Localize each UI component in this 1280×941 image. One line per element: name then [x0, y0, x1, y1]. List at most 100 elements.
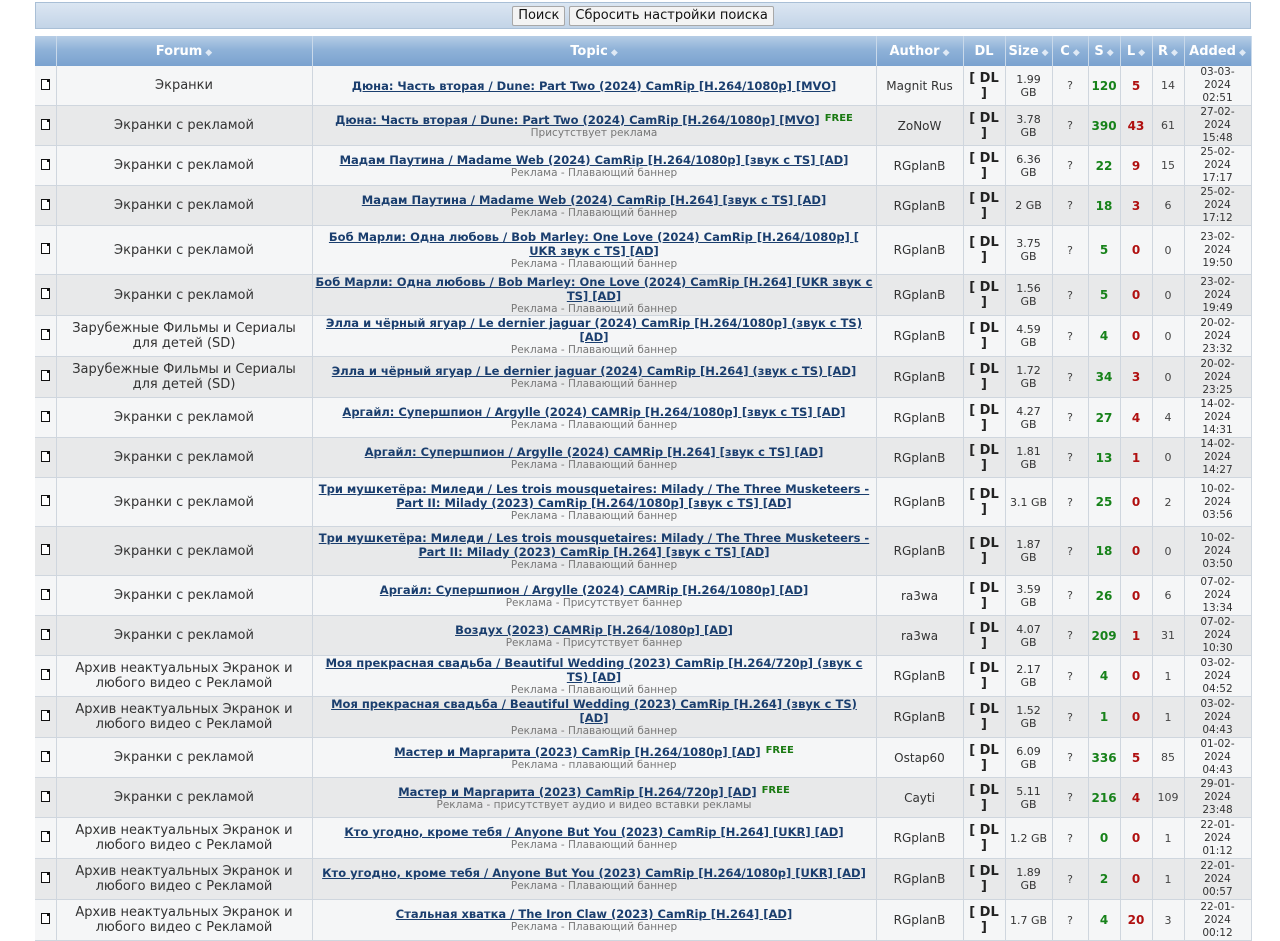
author-link[interactable]: RGplanB — [876, 477, 964, 527]
topic-link[interactable]: Стальная хватка / The Iron Claw (2023) C… — [396, 907, 792, 921]
topic-link[interactable]: Три мушкетёра: Миледи / Les trois mousqu… — [319, 531, 869, 559]
topic-link[interactable]: Аргайл: Супершпион / Argylle (2024) CAMR… — [342, 405, 845, 419]
forum-name[interactable]: Архив неактуальных Экранок и любого виде… — [56, 655, 313, 697]
topic-link[interactable]: Мадам Паутина / Madame Web (2024) CamRip… — [340, 153, 849, 167]
topic-link[interactable]: Боб Марли: Одна любовь / Bob Marley: One… — [329, 230, 859, 258]
download-link[interactable]: [ DL ] — [969, 581, 999, 611]
download-link[interactable]: [ DL ] — [969, 235, 999, 265]
topic-link[interactable]: Аргайл: Супершпион / Argylle (2024) CAMR… — [365, 445, 824, 459]
author-link[interactable]: RGplanB — [876, 274, 964, 316]
topic-link[interactable]: Мастер и Маргарита (2023) CamRip [H.264/… — [394, 745, 760, 759]
author-link[interactable]: RGplanB — [876, 655, 964, 697]
topic-link[interactable]: Кто угодно, кроме тебя / Anyone But You … — [344, 825, 843, 839]
author-link[interactable]: Ostap60 — [876, 737, 964, 778]
search-button[interactable]: Поиск — [512, 5, 566, 26]
author-link[interactable]: RGplanB — [876, 356, 964, 398]
col-c[interactable]: C ◆ — [1052, 36, 1089, 66]
forum-name[interactable]: Экранки с рекламой — [56, 575, 313, 616]
author-link[interactable]: RGplanB — [876, 397, 964, 438]
forum-name[interactable]: Экранки с рекламой — [56, 477, 313, 527]
topic-link[interactable]: Боб Марли: Одна любовь / Bob Marley: One… — [316, 275, 873, 303]
author-link[interactable]: RGplanB — [876, 858, 964, 900]
author-link[interactable]: RGplanB — [876, 225, 964, 275]
added-day: 14-02-2024 — [1200, 398, 1235, 423]
download-link[interactable]: [ DL ] — [969, 743, 999, 773]
download-link[interactable]: [ DL ] — [969, 487, 999, 517]
topic-link[interactable]: Дюна: Часть вторая / Dune: Part Two (202… — [335, 113, 820, 127]
topic-link[interactable]: Моя прекрасная свадьба / Beautiful Weddi… — [326, 656, 863, 684]
topic-link[interactable]: Аргайл: Супершпион / Argylle (2024) CAMR… — [380, 583, 808, 597]
col-author[interactable]: Author ◆ — [876, 36, 964, 66]
topic-link[interactable]: Воздух (2023) CAMRip [H.264/1080p] [AD] — [455, 623, 733, 637]
download-link[interactable]: [ DL ] — [969, 621, 999, 651]
author-link[interactable]: ZoNoW — [876, 105, 964, 146]
author-link[interactable]: RGplanB — [876, 437, 964, 478]
download-link[interactable]: [ DL ] — [969, 443, 999, 473]
forum-name[interactable]: Архив неактуальных Экранок и любого виде… — [56, 696, 313, 738]
download-link[interactable]: [ DL ] — [969, 362, 999, 392]
forum-name[interactable]: Зарубежные Фильмы и Сериалы для детей (S… — [56, 315, 313, 357]
download-link[interactable]: [ DL ] — [969, 823, 999, 853]
forum-name[interactable]: Экранки с рекламой — [56, 397, 313, 438]
author-link[interactable]: Magnit Rus — [876, 66, 964, 106]
forum-name[interactable]: Экранки с рекламой — [56, 225, 313, 275]
col-l[interactable]: L ◆ — [1120, 36, 1153, 66]
download-link[interactable]: [ DL ] — [969, 905, 999, 935]
forum-name[interactable]: Архив неактуальных Экранок и любого виде… — [56, 817, 313, 859]
forum-name[interactable]: Экранки с рекламой — [56, 777, 313, 818]
forum-name[interactable]: Архив неактуальных Экранок и любого виде… — [56, 899, 313, 941]
author-link[interactable]: Cayti — [876, 777, 964, 818]
topic-link[interactable]: Элла и чёрный ягуар / Le dernier jaguar … — [332, 364, 856, 378]
download-link[interactable]: [ DL ] — [969, 71, 999, 101]
forum-name[interactable]: Экранки с рекламой — [56, 437, 313, 478]
col-forum[interactable]: Forum ◆ — [56, 36, 313, 66]
download-link[interactable]: [ DL ] — [969, 702, 999, 732]
author-link[interactable]: RGplanB — [876, 185, 964, 226]
author-link[interactable]: RGplanB — [876, 315, 964, 357]
forum-name[interactable]: Экранки с рекламой — [56, 105, 313, 146]
topic-link[interactable]: Мадам Паутина / Madame Web (2024) CamRip… — [362, 193, 826, 207]
forum-name[interactable]: Архив неактуальных Экранок и любого виде… — [56, 858, 313, 900]
download-link[interactable]: [ DL ] — [969, 151, 999, 181]
author-link[interactable]: ra3wa — [876, 575, 964, 616]
forum-name[interactable]: Экранки с рекламой — [56, 737, 313, 778]
author-link[interactable]: RGplanB — [876, 817, 964, 859]
download-link[interactable]: [ DL ] — [969, 191, 999, 221]
download-link[interactable]: [ DL ] — [969, 111, 999, 141]
topic-link[interactable]: Элла и чёрный ягуар / Le dernier jaguar … — [326, 316, 862, 344]
topic-link[interactable]: Три мушкетёра: Миледи / Les trois mousqu… — [319, 482, 869, 510]
forum-name[interactable]: Экранки с рекламой — [56, 145, 313, 186]
author-link[interactable]: RGplanB — [876, 145, 964, 186]
forum-name[interactable]: Экранки с рекламой — [56, 615, 313, 656]
download-link[interactable]: [ DL ] — [969, 280, 999, 310]
download-link[interactable]: [ DL ] — [969, 536, 999, 566]
col-r[interactable]: R ◆ — [1152, 36, 1185, 66]
reset-search-button[interactable]: Сбросить настройки поиска — [569, 5, 774, 26]
author-link[interactable]: RGplanB — [876, 899, 964, 941]
check-status: ? — [1052, 356, 1089, 398]
col-s[interactable]: S ◆ — [1088, 36, 1121, 66]
forum-name[interactable]: Зарубежные Фильмы и Сериалы для детей (S… — [56, 356, 313, 398]
download-link[interactable]: [ DL ] — [969, 864, 999, 894]
topic-link[interactable]: Моя прекрасная свадьба / Beautiful Weddi… — [331, 697, 857, 725]
added-date: 14-02-2024 14:31 — [1184, 397, 1252, 438]
topic-link[interactable]: Мастер и Маргарита (2023) CamRip [H.264/… — [398, 785, 756, 799]
download-link[interactable]: [ DL ] — [969, 321, 999, 351]
forum-name[interactable]: Экранки с рекламой — [56, 185, 313, 226]
forum-name[interactable]: Экранки с рекламой — [56, 274, 313, 316]
author-link[interactable]: ra3wa — [876, 615, 964, 656]
download-link[interactable]: [ DL ] — [969, 403, 999, 433]
forum-name[interactable]: Экранки — [56, 66, 313, 106]
forum-name[interactable]: Экранки с рекламой — [56, 526, 313, 576]
col-size[interactable]: Size ◆ — [1005, 36, 1053, 66]
topic-note: Реклама - Плавающий баннер — [510, 839, 678, 851]
download-link[interactable]: [ DL ] — [969, 661, 999, 691]
author-link[interactable]: RGplanB — [876, 526, 964, 576]
topic-link[interactable]: Дюна: Часть вторая / Dune: Part Two (202… — [352, 79, 837, 93]
author-link[interactable]: RGplanB — [876, 696, 964, 738]
col-topic[interactable]: Topic ◆ — [312, 36, 877, 66]
topic-link[interactable]: Кто угодно, кроме тебя / Anyone But You … — [322, 866, 866, 880]
table-row: Зарубежные Фильмы и Сериалы для детей (S… — [35, 315, 1252, 357]
download-link[interactable]: [ DL ] — [969, 783, 999, 813]
col-added[interactable]: Added ◆ — [1184, 36, 1252, 66]
